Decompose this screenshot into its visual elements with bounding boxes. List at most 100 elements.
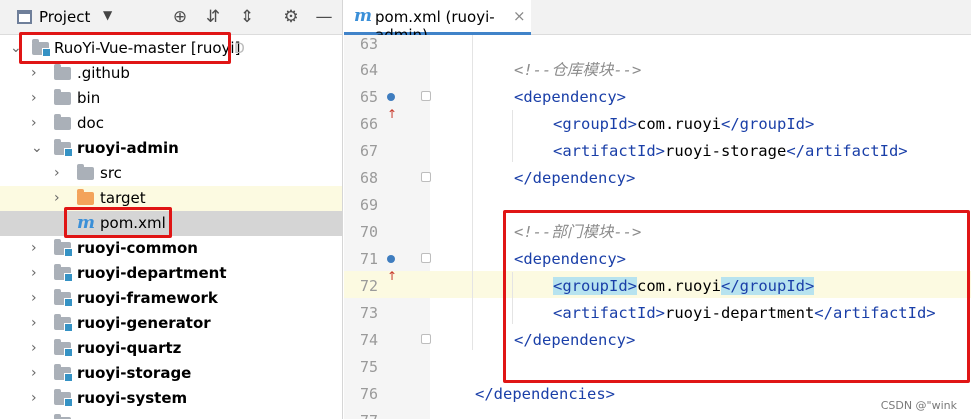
code-line: <artifactId>ruoyi-storage</artifactId> bbox=[553, 141, 908, 161]
tree-item-partial: › bbox=[0, 411, 342, 419]
project-window-icon bbox=[17, 10, 32, 24]
chevron-right-icon[interactable]: › bbox=[31, 264, 43, 282]
collapse-all-icon[interactable]: ⇕ bbox=[236, 6, 258, 28]
code-token: <artifactId> bbox=[553, 142, 665, 160]
fold-icon[interactable] bbox=[421, 253, 431, 263]
chevron-right-icon[interactable]: › bbox=[31, 339, 43, 357]
highlight-box-dependency bbox=[503, 210, 970, 383]
code-line: </dependencies> bbox=[475, 384, 615, 404]
chevron-right-icon[interactable]: › bbox=[31, 89, 43, 107]
module-folder-icon bbox=[54, 314, 73, 332]
chevron-right-icon[interactable]: › bbox=[54, 189, 66, 207]
override-marker-icon[interactable]: ↑ bbox=[387, 87, 405, 121]
line-number: 77 bbox=[344, 411, 378, 419]
tree-item-ruoyi-storage[interactable]: › ruoyi-storage bbox=[0, 361, 342, 386]
chevron-right-icon[interactable]: › bbox=[54, 164, 66, 182]
chevron-down-icon[interactable]: ⌄ bbox=[31, 139, 43, 157]
fold-icon[interactable] bbox=[421, 172, 431, 182]
project-panel-header: Project ▼ ⊕ ⇵ ⇕ ⚙ — bbox=[0, 0, 342, 35]
close-icon[interactable]: × bbox=[513, 7, 526, 25]
tree-item-ruoyi-common[interactable]: › ruoyi-common bbox=[0, 236, 342, 261]
tree-item-label: target bbox=[100, 189, 146, 207]
tree-item-label: ruoyi-quartz bbox=[77, 339, 182, 357]
editor-tab-bar: m pom.xml (ruoyi-admin) × bbox=[344, 0, 971, 44]
tree-item-bin[interactable]: › bin bbox=[0, 86, 342, 111]
line-number: 70 bbox=[359, 223, 378, 241]
tree-item-doc[interactable]: › doc bbox=[0, 111, 342, 136]
code-token: <groupId> bbox=[553, 115, 637, 133]
code-line: <dependency> bbox=[514, 87, 626, 107]
line-number: 76 bbox=[359, 385, 378, 403]
code-token: </dependency> bbox=[514, 169, 636, 187]
code-token: ruoyi-storage bbox=[664, 142, 787, 160]
line-number: 63 bbox=[359, 35, 378, 53]
chevron-right-icon[interactable]: › bbox=[31, 239, 43, 257]
line-number: 64 bbox=[359, 61, 378, 79]
module-folder-icon bbox=[54, 239, 73, 257]
fold-icon[interactable] bbox=[421, 91, 431, 101]
module-folder-icon bbox=[54, 264, 73, 282]
line-number: 74 bbox=[359, 331, 378, 349]
tree-item-github[interactable]: › .github bbox=[0, 61, 342, 86]
module-folder-icon bbox=[54, 139, 73, 157]
code-token: <dependency> bbox=[514, 88, 626, 106]
tree-item-src[interactable]: › src bbox=[0, 161, 342, 186]
code-token: com.ruoyi bbox=[637, 115, 721, 133]
tree-item-label: src bbox=[100, 164, 122, 182]
expand-all-icon[interactable]: ⇵ bbox=[202, 6, 224, 28]
fold-icon[interactable] bbox=[421, 334, 431, 344]
minimize-icon[interactable]: — bbox=[313, 6, 335, 28]
folder-icon bbox=[77, 164, 94, 180]
highlight-box-root bbox=[19, 32, 231, 64]
line-number: 66 bbox=[359, 115, 378, 133]
code-line: <!--仓库模块--> bbox=[514, 60, 641, 80]
module-folder-icon bbox=[54, 339, 73, 357]
tree-item-label: ruoyi-department bbox=[77, 264, 227, 282]
tree-item-label: ruoyi-generator bbox=[77, 314, 211, 332]
folder-icon bbox=[54, 64, 71, 80]
tree-item-label: .github bbox=[77, 64, 130, 82]
module-folder-icon bbox=[54, 289, 73, 307]
tree-item-ruoyi-system[interactable]: › ruoyi-system bbox=[0, 386, 342, 411]
watermark: CSDN @"wink bbox=[880, 399, 957, 412]
code-line: <groupId>com.ruoyi</groupId> bbox=[553, 114, 814, 134]
gear-icon[interactable]: ⚙ bbox=[280, 6, 302, 28]
chevron-right-icon[interactable]: › bbox=[31, 314, 43, 332]
chevron-down-icon[interactable]: ▼ bbox=[103, 8, 112, 22]
tree-item-ruoyi-quartz[interactable]: › ruoyi-quartz bbox=[0, 336, 342, 361]
chevron-right-icon[interactable]: › bbox=[31, 389, 43, 407]
tree-item-label: ruoyi-admin bbox=[77, 139, 179, 157]
tree-item-label: bin bbox=[77, 89, 101, 107]
line-number: 67 bbox=[359, 142, 378, 160]
line-number: 75 bbox=[359, 358, 378, 376]
locate-icon[interactable]: ⊕ bbox=[169, 6, 191, 28]
project-panel-title[interactable]: Project bbox=[39, 8, 90, 26]
chevron-right-icon[interactable]: › bbox=[31, 114, 43, 132]
line-number: 65 bbox=[359, 88, 378, 106]
line-number: 68 bbox=[359, 169, 378, 187]
highlight-box-pom bbox=[64, 207, 172, 238]
folder-icon bbox=[54, 114, 71, 130]
tree-item-label: ruoyi-framework bbox=[77, 289, 218, 307]
chevron-right-icon[interactable]: › bbox=[31, 364, 43, 382]
folder-icon bbox=[54, 89, 71, 105]
module-folder-icon bbox=[54, 364, 73, 382]
module-folder-icon bbox=[54, 389, 73, 407]
code-token: <!--仓库模块--> bbox=[514, 61, 642, 79]
chevron-right-icon[interactable]: › bbox=[31, 64, 43, 82]
line-number: 71 bbox=[359, 250, 378, 268]
line-number: 73 bbox=[359, 304, 378, 322]
code-token: </dependencies> bbox=[475, 385, 615, 403]
chevron-right-icon[interactable]: › bbox=[31, 289, 43, 307]
chevron-right-icon: › bbox=[31, 414, 43, 419]
code-line: </dependency> bbox=[514, 168, 635, 188]
tree-item-ruoyi-generator[interactable]: › ruoyi-generator bbox=[0, 311, 342, 336]
tree-item-ruoyi-department[interactable]: › ruoyi-department bbox=[0, 261, 342, 286]
project-panel: Project ▼ ⊕ ⇵ ⇕ ⚙ — ⌄ RuoYi-Vue-master [… bbox=[0, 0, 343, 419]
tab-pom-xml[interactable]: m pom.xml (ruoyi-admin) × bbox=[344, 0, 531, 44]
tree-item-ruoyi-framework[interactable]: › ruoyi-framework bbox=[0, 286, 342, 311]
tree-item-ruoyi-admin[interactable]: ⌄ ruoyi-admin bbox=[0, 136, 342, 161]
tree-item-label: ruoyi-common bbox=[77, 239, 198, 257]
override-marker-icon[interactable]: ↑ bbox=[387, 249, 405, 283]
tree-item-label: ruoyi-storage bbox=[77, 364, 192, 382]
